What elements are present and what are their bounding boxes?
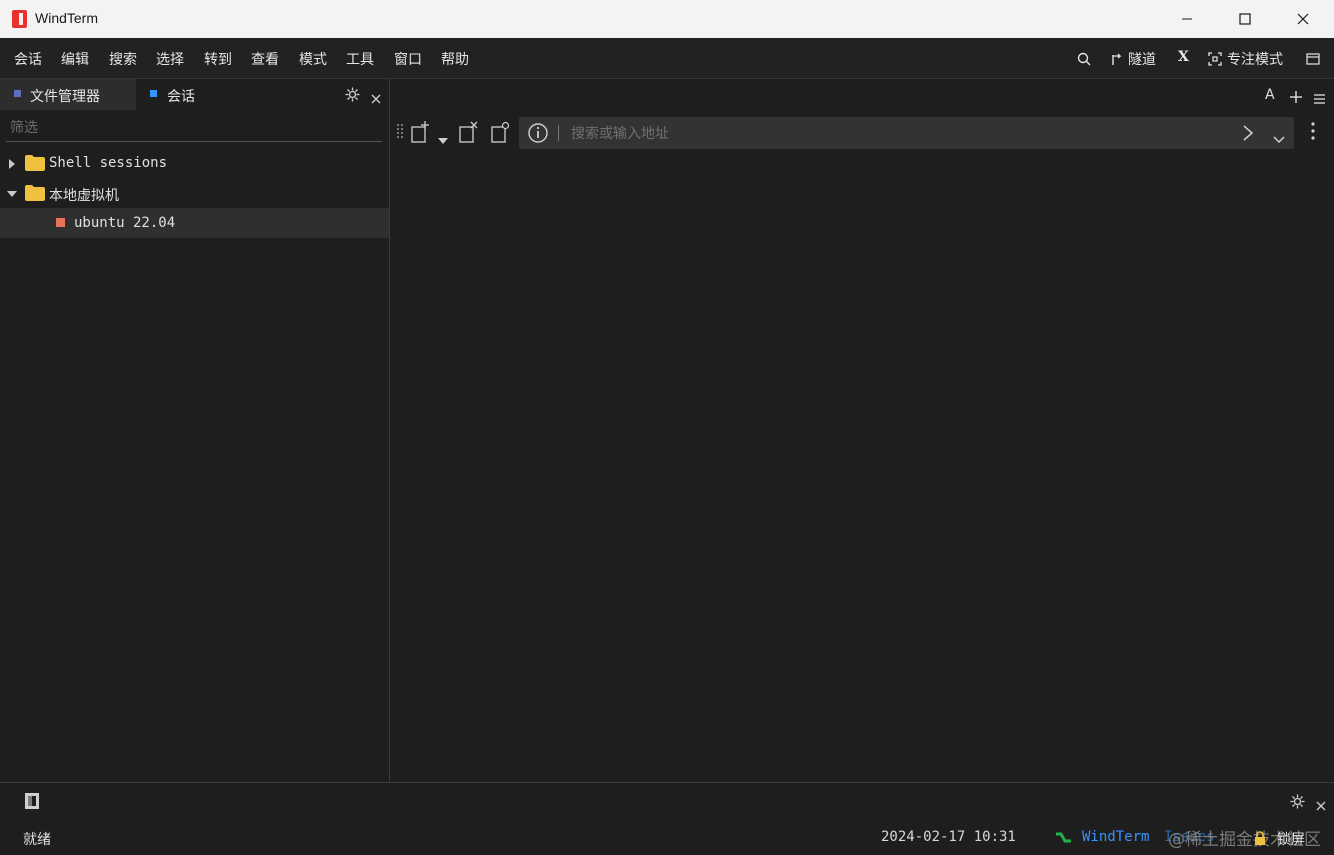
close-session-button[interactable] [458, 121, 478, 147]
menu-edit[interactable]: 编辑 [61, 49, 89, 69]
hamburger-icon [1314, 94, 1325, 104]
menu-bar: 会话 编辑 搜索 选择 转到 查看 模式 工具 窗口 帮助 隧道 X 专注模式 [0, 38, 1334, 79]
address-bar [519, 117, 1294, 151]
new-session-icon [411, 121, 429, 143]
gear-icon [1290, 794, 1305, 809]
more-options-button[interactable] [1311, 122, 1315, 144]
font-button[interactable]: A [1265, 87, 1275, 103]
folder-icon [25, 185, 45, 201]
x-button[interactable]: X [1178, 49, 1189, 65]
add-pane-button[interactable] [1290, 88, 1302, 107]
menu-mode[interactable]: 模式 [299, 49, 327, 69]
file-manager-tab-icon [14, 90, 21, 97]
info-icon [528, 123, 548, 143]
menu-session[interactable]: 会话 [14, 49, 42, 69]
more-vertical-icon [1311, 122, 1315, 140]
brand-link[interactable]: WindTerm [1082, 829, 1149, 845]
go-button[interactable] [1243, 125, 1254, 145]
chevron-right-icon [1243, 125, 1254, 141]
tree-item-label: 本地虚拟机 [49, 188, 119, 204]
info-button[interactable] [528, 123, 548, 147]
sidebar-settings-button[interactable] [345, 87, 360, 106]
tree-item-ubuntu[interactable]: ubuntu 22.04 [0, 208, 389, 238]
close-icon [1316, 801, 1326, 811]
menu-view[interactable]: 查看 [251, 49, 279, 69]
address-input[interactable] [569, 117, 1233, 151]
filter-input[interactable] [6, 114, 382, 142]
menu-select[interactable]: 选择 [156, 49, 184, 69]
tree-item-label: ubuntu 22.04 [74, 215, 176, 231]
chevron-right-icon [9, 159, 15, 169]
folder-icon [25, 155, 45, 171]
session-gear-icon [491, 121, 510, 143]
output-panel-button[interactable] [24, 792, 41, 814]
address-divider [558, 125, 559, 141]
menu-window[interactable]: 窗口 [394, 49, 422, 69]
search-icon [1077, 52, 1091, 66]
status-datetime: 2024-02-17 10:31 [881, 829, 1016, 845]
search-button[interactable] [1077, 51, 1091, 70]
tab-sessions[interactable]: 会话 [136, 79, 256, 110]
tree-item-shell-sessions[interactable]: Shell sessions [0, 149, 389, 178]
focus-icon [1208, 52, 1222, 66]
minimize-button[interactable] [1158, 0, 1216, 38]
bottom-close-button[interactable] [1316, 796, 1326, 815]
layout-button[interactable] [1306, 51, 1320, 70]
lock-screen-button[interactable]: 锁屏 [1277, 829, 1305, 849]
app-logo-icon [11, 9, 29, 29]
chevron-down-icon [1273, 136, 1285, 144]
tunnel-button[interactable]: 隧道 [1110, 49, 1156, 69]
lock-icon [1255, 831, 1265, 845]
session-icon [56, 218, 65, 227]
drag-handle-icon[interactable] [396, 123, 404, 141]
menu-goto[interactable]: 转到 [204, 49, 232, 69]
sessions-tab-icon [150, 90, 157, 97]
maximize-button[interactable] [1216, 0, 1274, 38]
sidebar-close-button[interactable] [371, 89, 381, 108]
chevron-down-icon [7, 191, 17, 197]
maximize-icon [1239, 13, 1251, 25]
tunnel-icon [1112, 53, 1122, 65]
close-icon [1297, 13, 1309, 25]
title-bar: WindTerm [0, 0, 1334, 38]
new-session-dropdown[interactable] [438, 129, 448, 148]
menu-search[interactable]: 搜索 [109, 49, 137, 69]
address-history-dropdown[interactable] [1273, 129, 1285, 148]
close-icon [371, 94, 381, 104]
tree-item-local-vm[interactable]: 本地虚拟机 [0, 179, 389, 208]
gear-icon [345, 87, 360, 102]
menu-help[interactable]: 帮助 [441, 49, 469, 69]
close-window-button[interactable] [1274, 0, 1332, 38]
focus-mode-button[interactable]: 专注模式 [1208, 49, 1283, 69]
main-pane: A [390, 79, 1334, 782]
sidebar-panel: 文件管理器 会话 Shell sessions 本地虚拟机 ubuntu 22.… [0, 79, 390, 782]
close-session-icon [459, 121, 478, 143]
menu-tools[interactable]: 工具 [346, 49, 374, 69]
tab-file-manager[interactable]: 文件管理器 [0, 79, 136, 110]
status-ready: 就绪 [23, 832, 51, 848]
sessions-tab-label: 会话 [167, 89, 195, 105]
pane-menu-button[interactable] [1314, 89, 1325, 108]
window-title: WindTerm [35, 10, 99, 26]
tree-item-label: Shell sessions [49, 155, 168, 171]
minimize-icon [1182, 18, 1192, 20]
windterm-status-icon [1056, 832, 1071, 843]
tunnel-label: 隧道 [1128, 52, 1156, 68]
focus-mode-label: 专注模式 [1227, 52, 1283, 68]
new-session-button[interactable] [410, 121, 430, 147]
document-icon [25, 793, 39, 809]
plus-icon [1290, 91, 1302, 103]
caret-down-icon [438, 138, 448, 144]
session-settings-button[interactable] [490, 121, 510, 147]
panel-layout-icon [1306, 53, 1320, 65]
bottom-panel: 就绪 2024-02-17 10:31 WindTerm Issues @稀土掘… [0, 782, 1334, 855]
bottom-settings-button[interactable] [1290, 794, 1305, 813]
file-manager-tab-label: 文件管理器 [30, 89, 100, 105]
